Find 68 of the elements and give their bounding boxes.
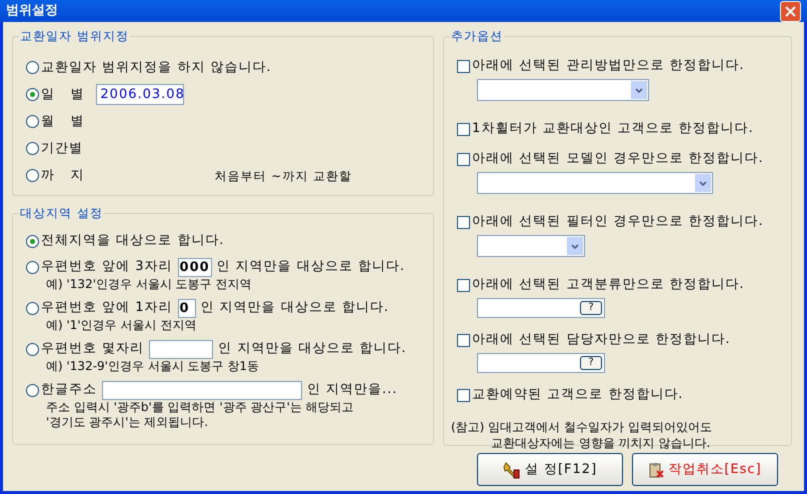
region-field[interactable] bbox=[102, 380, 302, 400]
region-field[interactable] bbox=[149, 340, 214, 358]
radio-label[interactable]: 우편번호 앞에 3자리 bbox=[41, 257, 173, 277]
radio-label-suffix: 인 지역만을... bbox=[307, 381, 398, 400]
radio-label-suffix: 인 지역만을 대상으로 합니다. bbox=[200, 299, 390, 318]
dropdown[interactable] bbox=[477, 172, 713, 194]
group-title: 교환일자 범위지정 bbox=[19, 28, 130, 44]
radio-button[interactable] bbox=[26, 115, 39, 128]
close-icon bbox=[785, 6, 796, 16]
radio-label-suffix: 인 지역만을 대상으로 합니다. bbox=[216, 258, 406, 276]
checkbox[interactable] bbox=[457, 334, 470, 346]
dropdown[interactable] bbox=[477, 79, 649, 101]
window-title: 범위설정 bbox=[6, 2, 58, 20]
radio-label[interactable]: 한글주소 bbox=[41, 380, 97, 400]
radio-button[interactable] bbox=[26, 169, 39, 182]
checkbox[interactable] bbox=[457, 60, 470, 72]
group-title: 추가옵션 bbox=[450, 28, 504, 44]
group-title: 대상지역 설정 bbox=[19, 205, 104, 221]
radio-label[interactable]: 전체지역을 대상으로 합니다. bbox=[41, 231, 224, 251]
checkbox[interactable] bbox=[457, 388, 470, 402]
lookup-button[interactable]: ? bbox=[580, 301, 602, 315]
radio-button[interactable] bbox=[26, 260, 39, 274]
tools-icon bbox=[502, 460, 521, 478]
example-text: 예) '132'인경우 서울시 도봉구 전지역 bbox=[46, 277, 252, 292]
checkbox-label[interactable]: 아래에 선택된 필터인 경우만으로 한정합니다. bbox=[472, 212, 764, 232]
checkbox-label[interactable]: 아래에 선택된 관리방법만으로 한정합니다. bbox=[472, 56, 745, 76]
radio-button[interactable] bbox=[26, 384, 39, 396]
radio-button[interactable] bbox=[26, 142, 39, 155]
date-field[interactable]: 2006.03.08 bbox=[96, 84, 184, 105]
lookup-field[interactable]: ? bbox=[477, 353, 605, 373]
clipboard-icon bbox=[648, 462, 664, 478]
checkbox[interactable] bbox=[457, 278, 470, 292]
note-text: (참고) 임대고객에서 철수일자가 입력되어있어도 bbox=[451, 419, 713, 435]
checkbox-label[interactable]: 아래에 선택된 모델인 경우만으로 한정합니다. bbox=[472, 149, 764, 169]
radio-label[interactable]: 월 별 bbox=[41, 112, 84, 132]
checkbox-label[interactable]: 아래에 선택된 담당자만으로 한정합니다. bbox=[472, 330, 731, 350]
close-button[interactable] bbox=[780, 0, 801, 22]
dropdown[interactable] bbox=[477, 235, 585, 257]
note-text: 교환대상자에는 영향을 끼치지 않습니다. bbox=[491, 435, 712, 451]
checkbox[interactable] bbox=[457, 122, 470, 136]
radio-button[interactable] bbox=[26, 302, 39, 314]
checkbox-label[interactable]: 교환예약된 고객으로 한정합니다. bbox=[472, 385, 684, 405]
example-text: 예) '1'인경우 서울시 전지역 bbox=[46, 318, 198, 333]
radio-label[interactable]: 우편번호 앞에 1자리 bbox=[41, 298, 173, 318]
radio-label[interactable]: 교환일자 범위지정을 하지 않습니다. bbox=[41, 58, 272, 78]
example-text: 예) '132-9'인경우 서울시 도봉구 창1동 bbox=[46, 359, 260, 374]
lookup-button[interactable]: ? bbox=[580, 356, 602, 370]
checkbox-label[interactable]: 1차휠터가 교환대상인 고객으로 한정합니다. bbox=[472, 119, 754, 139]
checkbox[interactable] bbox=[457, 216, 470, 228]
radio-label[interactable]: 까 지 bbox=[41, 166, 84, 186]
cancel-button[interactable]: 작업취소[Esc] bbox=[632, 453, 778, 486]
confirm-button[interactable]: 설 정[F12] bbox=[477, 453, 623, 486]
checkbox-label[interactable]: 아래에 선택된 고객분류만으로 한정합니다. bbox=[472, 275, 745, 295]
radio-label-suffix: 인 지역만을 대상으로 합니다. bbox=[218, 340, 407, 358]
radio-button[interactable] bbox=[26, 234, 39, 248]
radio-label[interactable]: 기간별 bbox=[41, 138, 83, 158]
range-note: 처음부터 ~까지 교환할 bbox=[214, 168, 352, 184]
checkbox[interactable] bbox=[457, 152, 470, 166]
example-text: '경기도 광주시'는 제외됩니다. bbox=[46, 415, 210, 430]
radio-label[interactable]: 우편번호 몇자리 bbox=[41, 339, 144, 359]
radio-button[interactable] bbox=[26, 61, 39, 74]
radio-label[interactable]: 일 별 bbox=[41, 84, 84, 104]
example-text: 주소 입력시 '광주b'를 입력하면 '광주 광산구'는 해당되고 bbox=[46, 400, 355, 415]
region-field[interactable]: 0 bbox=[178, 298, 196, 318]
radio-button[interactable] bbox=[26, 342, 39, 356]
radio-button[interactable] bbox=[26, 88, 39, 101]
lookup-field[interactable]: ? bbox=[477, 298, 605, 318]
region-field[interactable]: 000 bbox=[178, 258, 212, 276]
